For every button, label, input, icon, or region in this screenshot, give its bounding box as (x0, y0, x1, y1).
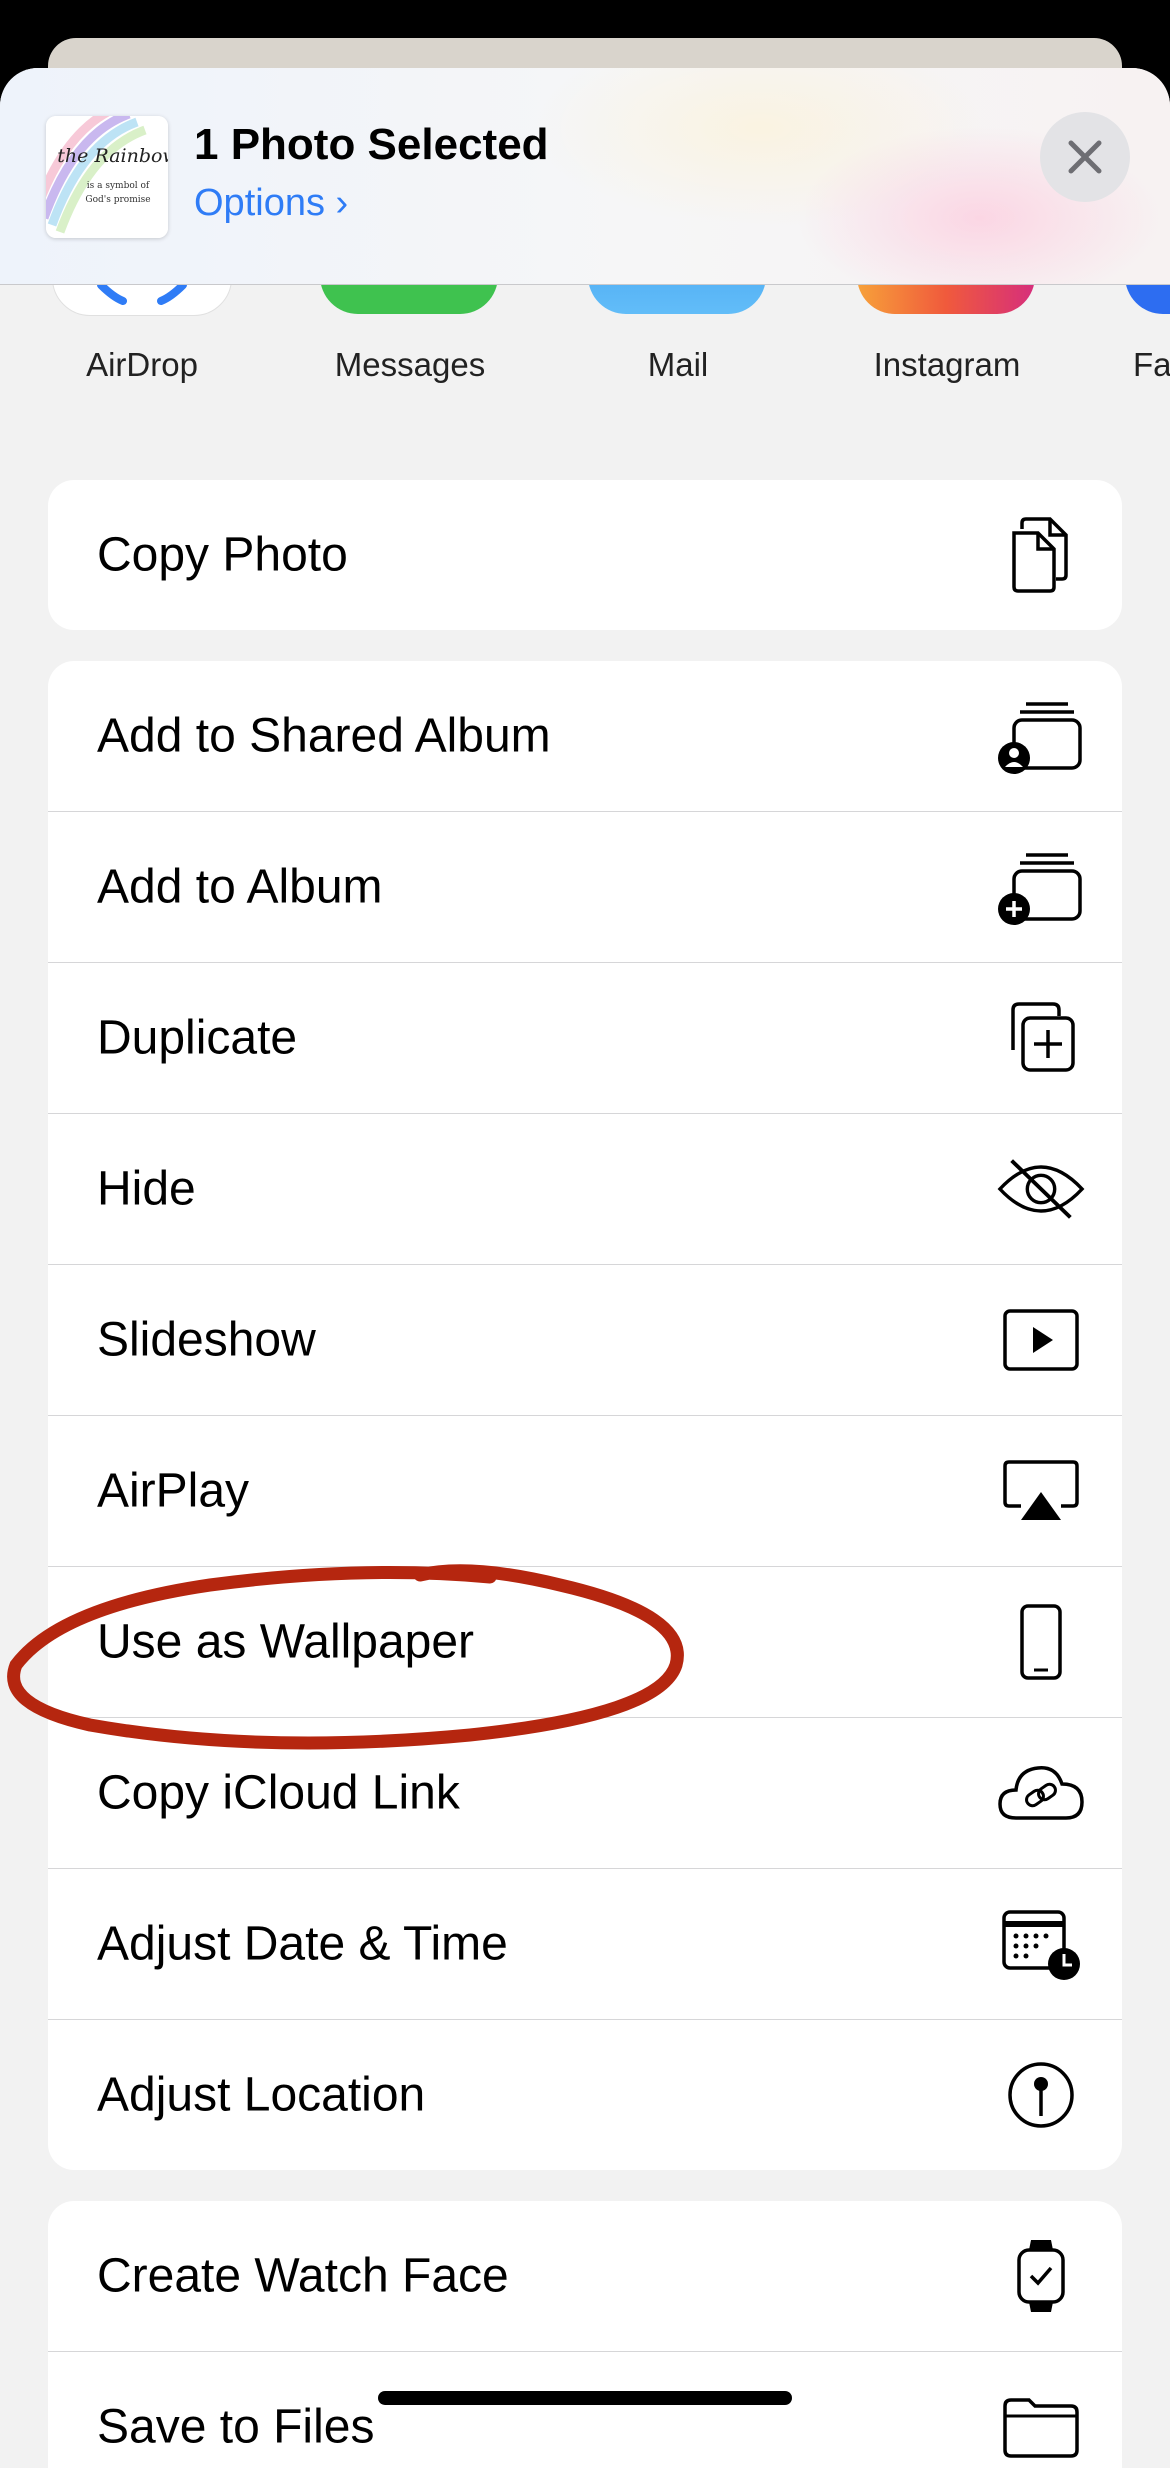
options-link[interactable]: Options › (194, 182, 348, 225)
app-label: Messages (334, 346, 486, 383)
row-label: Save to Files (97, 2400, 375, 2454)
copy-icon (996, 510, 1086, 600)
row-label: Create Watch Face (97, 2249, 509, 2303)
use-as-wallpaper-row[interactable]: Use as Wallpaper (48, 1567, 1122, 1718)
app-label: Fa (1133, 346, 1170, 383)
slideshow-row[interactable]: Slideshow (48, 1265, 1122, 1416)
photo-thumbnail: the Rainbow is a symbol of God's promise (46, 116, 168, 238)
add-to-album-row[interactable]: Add to Album (48, 812, 1122, 963)
duplicate-icon (996, 993, 1086, 1083)
adjust-date-time-row[interactable]: Adjust Date & Time (48, 1869, 1122, 2020)
create-watch-face-row[interactable]: Create Watch Face (48, 2201, 1122, 2352)
shared-album-icon (996, 691, 1086, 781)
phone-icon (996, 1597, 1086, 1687)
share-header: the Rainbow is a symbol of God's promise… (0, 68, 1170, 285)
close-button[interactable] (1040, 112, 1130, 202)
svg-text:God's promise: God's promise (85, 195, 150, 205)
selection-title: 1 Photo Selected (194, 120, 549, 169)
hide-row[interactable]: Hide (48, 1114, 1122, 1265)
action-group-2: Add to Shared Album Add to Album Duplica… (48, 661, 1122, 2170)
row-label: Duplicate (97, 1011, 298, 1065)
row-label: Copy Photo (97, 528, 348, 582)
rainbow-thumbnail-image: the Rainbow is a symbol of God's promise (46, 116, 168, 238)
action-group-3: Create Watch Face Save to Files (48, 2201, 1122, 2468)
app-label: Mail (647, 346, 709, 383)
row-label: Adjust Date & Time (97, 1917, 508, 1971)
add-to-shared-album-row[interactable]: Add to Shared Album (48, 661, 1122, 812)
folder-icon (996, 2382, 1086, 2468)
location-pin-icon (996, 2050, 1086, 2140)
share-sheet: the Rainbow is a symbol of God's promise… (0, 68, 1170, 2468)
watch-icon (996, 2231, 1086, 2321)
copy-photo-row[interactable]: Copy Photo (48, 480, 1122, 630)
play-icon (996, 1295, 1086, 1385)
row-label: Slideshow (97, 1313, 316, 1367)
row-label: Copy iCloud Link (97, 1766, 460, 1820)
app-label: Instagram (873, 346, 1021, 383)
add-album-icon (996, 842, 1086, 932)
airplay-row[interactable]: AirPlay (48, 1416, 1122, 1567)
row-label: Add to Shared Album (97, 709, 551, 763)
action-group-1: Copy Photo (48, 480, 1122, 630)
airplay-icon (996, 1446, 1086, 1536)
adjust-location-row[interactable]: Adjust Location (48, 2020, 1122, 2170)
eye-slash-icon (996, 1144, 1086, 1234)
svg-text:the Rainbow: the Rainbow (57, 145, 168, 167)
cloud-link-icon (996, 1748, 1086, 1838)
row-label: Use as Wallpaper (97, 1615, 475, 1669)
close-icon (1068, 140, 1102, 174)
svg-text:is a symbol of: is a symbol of (87, 181, 150, 191)
row-label: AirPlay (97, 1464, 250, 1518)
app-label: AirDrop (86, 346, 198, 383)
row-label: Add to Album (97, 860, 383, 914)
home-indicator[interactable] (378, 2391, 792, 2405)
row-label: Adjust Location (97, 2068, 426, 2122)
save-to-files-row[interactable]: Save to Files (48, 2352, 1122, 2468)
calendar-clock-icon (996, 1899, 1086, 1989)
copy-icloud-link-row[interactable]: Copy iCloud Link (48, 1718, 1122, 1869)
duplicate-row[interactable]: Duplicate (48, 963, 1122, 1114)
row-label: Hide (97, 1162, 196, 1216)
app-row: AirDrop Messages Mail Instagram Fa (0, 244, 1170, 484)
